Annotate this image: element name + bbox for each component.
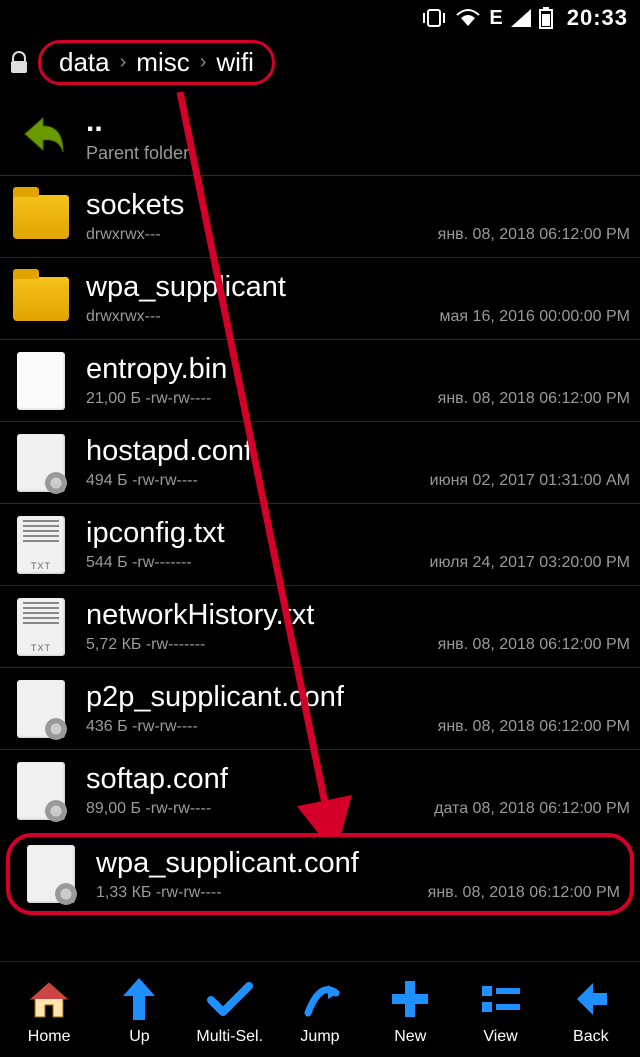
home-icon xyxy=(27,974,71,1024)
file-name: networkHistory.txt xyxy=(86,599,630,632)
list-item[interactable]: hostapd.conf 494 Б -rw-rw---- июня 02, 20… xyxy=(0,421,640,503)
crumb-0[interactable]: data xyxy=(55,47,114,78)
chevron-right-icon: › xyxy=(200,51,207,74)
file-name: hostapd.conf xyxy=(86,435,630,468)
file-icon xyxy=(10,432,72,494)
file-detail: 1,33 КБ -rw-rw---- xyxy=(96,884,222,902)
plus-icon xyxy=(390,974,430,1024)
file-icon xyxy=(10,514,72,576)
toolbar-label: New xyxy=(394,1028,426,1046)
status-bar: E 20:33 xyxy=(0,0,640,36)
file-date: янв. 08, 2018 06:12:00 PM xyxy=(438,226,630,244)
file-name: wpa_supplicant.conf xyxy=(96,847,620,880)
file-date: дата 08, 2018 06:12:00 PM xyxy=(434,800,630,818)
file-date: янв. 08, 2018 06:12:00 PM xyxy=(438,636,630,654)
file-icon xyxy=(20,843,82,905)
toolbar-label: Up xyxy=(129,1028,149,1046)
list-item[interactable]: networkHistory.txt 5,72 КБ -rw------- янв… xyxy=(0,585,640,667)
toolbar-label: Back xyxy=(573,1028,609,1046)
toolbar-up[interactable]: Up xyxy=(97,974,181,1046)
list-item[interactable]: p2p_supplicant.conf 436 Б -rw-rw---- янв.… xyxy=(0,667,640,749)
signal-icon xyxy=(511,9,531,27)
file-date: июля 24, 2017 03:20:00 PM xyxy=(430,554,630,572)
folder-icon xyxy=(10,186,72,248)
file-detail: drwxrwx--- xyxy=(86,226,161,244)
file-icon xyxy=(10,760,72,822)
toolbar: Home Up Multi-Sel. Jump New View Back xyxy=(0,961,640,1057)
list-item[interactable]: entropy.bin 21,00 Б -rw-rw---- янв. 08, 2… xyxy=(0,339,640,421)
folder-icon xyxy=(10,268,72,330)
file-icon xyxy=(10,596,72,658)
file-name: entropy.bin xyxy=(86,353,630,386)
file-icon xyxy=(10,678,72,740)
list-item[interactable]: ipconfig.txt 544 Б -rw------- июля 24, 20… xyxy=(0,503,640,585)
file-date: июня 02, 2017 01:31:00 AM xyxy=(430,472,630,490)
vibrate-icon xyxy=(421,8,447,28)
file-detail: 494 Б -rw-rw---- xyxy=(86,472,198,490)
file-detail: 5,72 КБ -rw------- xyxy=(86,636,205,654)
file-detail: 436 Б -rw-rw---- xyxy=(86,718,198,736)
network-type: E xyxy=(489,7,502,30)
jump-icon xyxy=(300,974,340,1024)
file-date: мая 16, 2016 00:00:00 PM xyxy=(440,308,630,326)
toolbar-label: Jump xyxy=(300,1028,339,1046)
toolbar-jump[interactable]: Jump xyxy=(278,974,362,1046)
toolbar-label: Multi-Sel. xyxy=(196,1028,263,1046)
parent-folder-row[interactable]: .. Parent folder xyxy=(0,93,640,175)
wifi-icon xyxy=(455,8,481,28)
check-icon xyxy=(207,974,253,1024)
toolbar-multisel[interactable]: Multi-Sel. xyxy=(188,974,272,1046)
file-detail: drwxrwx--- xyxy=(86,308,161,326)
lock-icon xyxy=(8,49,30,77)
view-icon xyxy=(480,974,522,1024)
toolbar-new[interactable]: New xyxy=(368,974,452,1046)
back-arrow-icon xyxy=(10,103,72,165)
file-name: wpa_supplicant xyxy=(86,271,630,304)
file-name: softap.conf xyxy=(86,763,630,796)
file-icon xyxy=(10,350,72,412)
file-list: .. Parent folder sockets drwxrwx--- янв. … xyxy=(0,93,640,917)
toolbar-label: View xyxy=(483,1028,517,1046)
battery-icon xyxy=(539,7,553,29)
file-detail: 544 Б -rw------- xyxy=(86,554,192,572)
file-name: p2p_supplicant.conf xyxy=(86,681,630,714)
crumb-2[interactable]: wifi xyxy=(212,47,258,78)
toolbar-label: Home xyxy=(28,1028,71,1046)
list-item[interactable]: wpa_supplicant drwxrwx--- мая 16, 2016 00… xyxy=(0,257,640,339)
clock: 20:33 xyxy=(567,5,628,31)
file-date: янв. 08, 2018 06:12:00 PM xyxy=(428,884,620,902)
toolbar-view[interactable]: View xyxy=(459,974,543,1046)
toolbar-back[interactable]: Back xyxy=(549,974,633,1046)
file-date: янв. 08, 2018 06:12:00 PM xyxy=(438,718,630,736)
breadcrumb[interactable]: data › misc › wifi xyxy=(38,40,275,85)
list-item-highlighted[interactable]: wpa_supplicant.conf 1,33 КБ -rw-rw---- ян… xyxy=(6,833,634,915)
parent-label: Parent folder xyxy=(86,143,189,164)
chevron-right-icon: › xyxy=(120,51,127,74)
file-name: sockets xyxy=(86,189,630,222)
file-detail: 21,00 Б -rw-rw---- xyxy=(86,390,211,408)
up-arrow-icon xyxy=(121,974,157,1024)
file-date: янв. 08, 2018 06:12:00 PM xyxy=(438,390,630,408)
list-item[interactable]: softap.conf 89,00 Б -rw-rw---- дата 08, 2… xyxy=(0,749,640,831)
list-item[interactable]: sockets drwxrwx--- янв. 08, 2018 06:12:00… xyxy=(0,175,640,257)
file-name: ipconfig.txt xyxy=(86,517,630,550)
back-arrow-icon xyxy=(571,974,611,1024)
file-detail: 89,00 Б -rw-rw---- xyxy=(86,800,211,818)
parent-dots: .. xyxy=(86,105,630,139)
crumb-1[interactable]: misc xyxy=(132,47,193,78)
toolbar-home[interactable]: Home xyxy=(7,974,91,1046)
header: data › misc › wifi xyxy=(0,36,640,93)
